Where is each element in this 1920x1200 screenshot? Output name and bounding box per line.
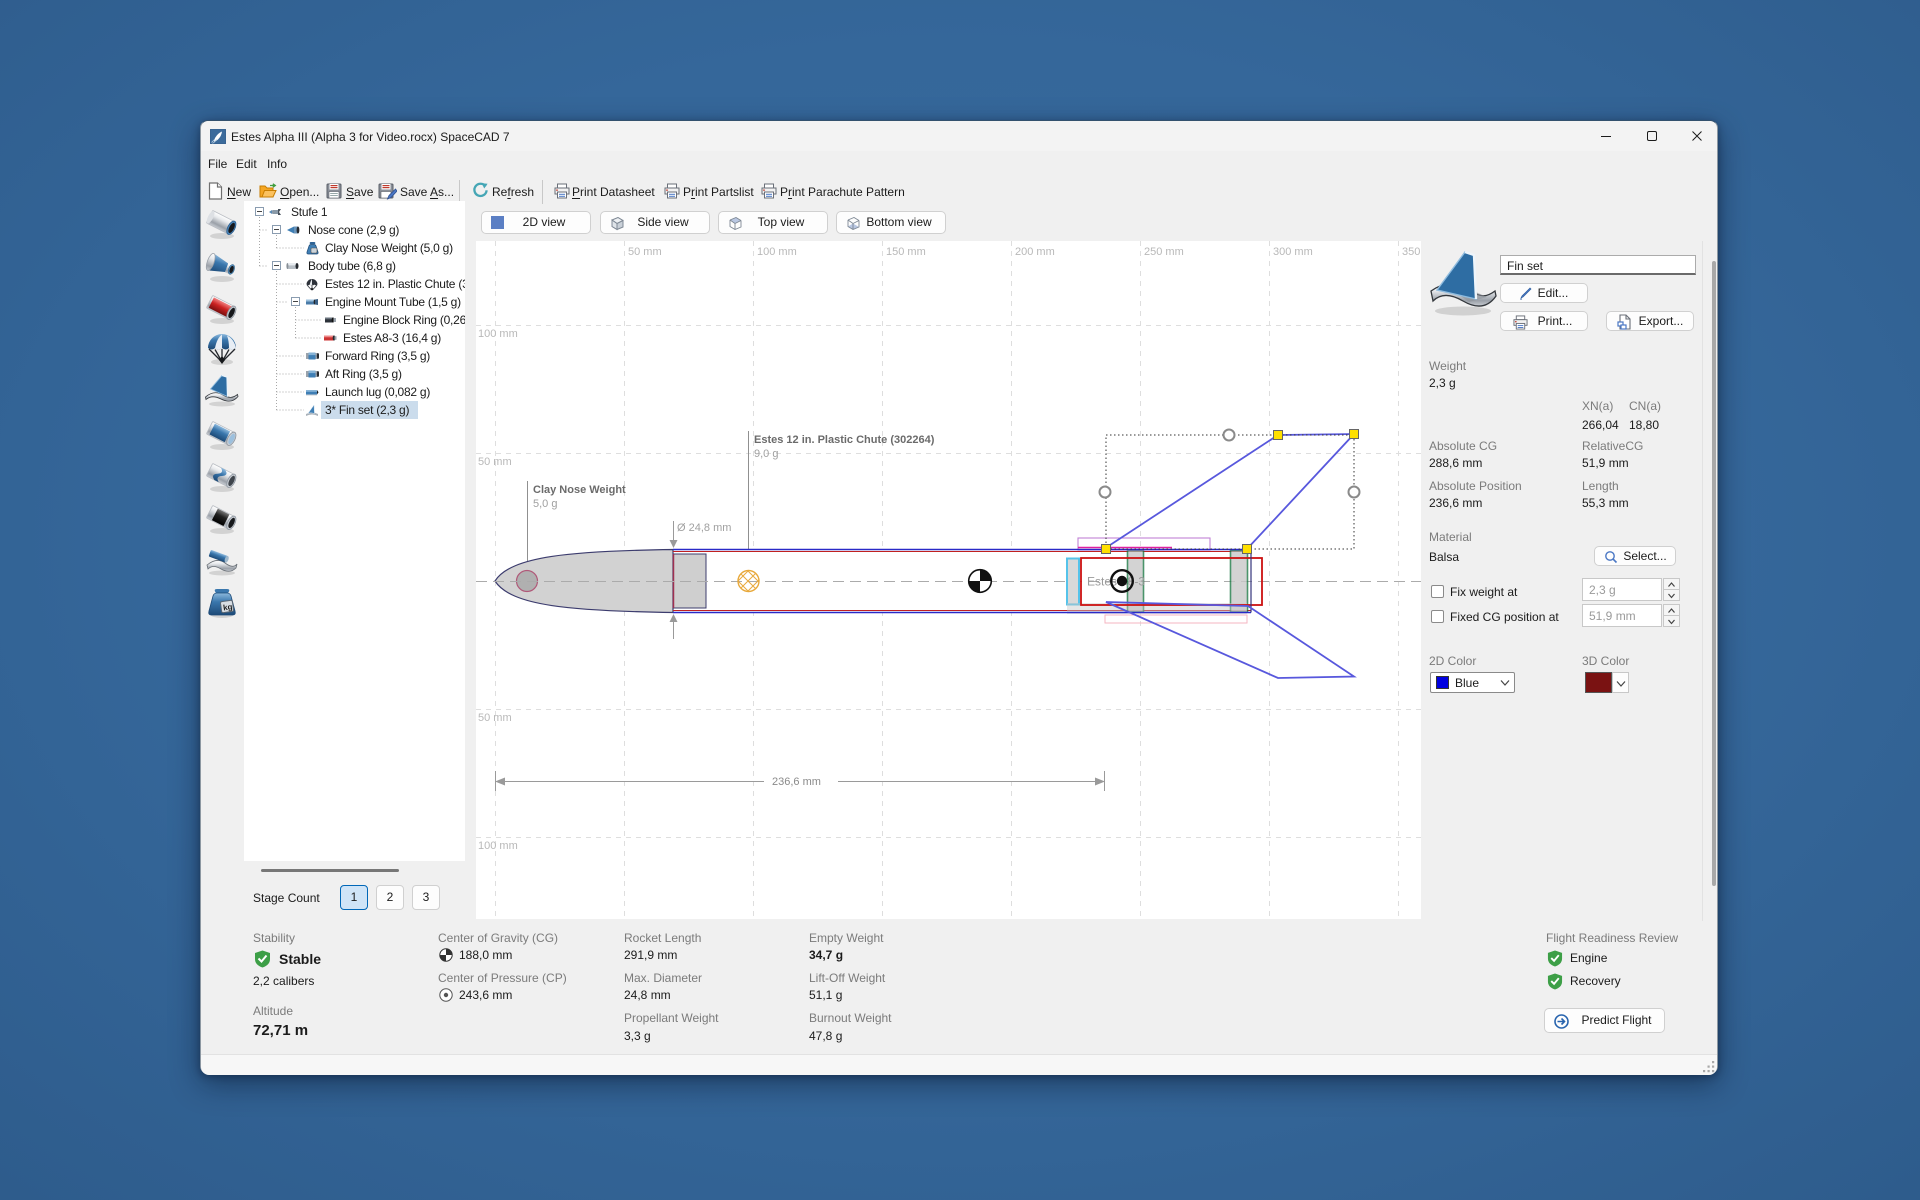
- svg-text:350: 350: [1402, 246, 1420, 258]
- svg-text:5,0 g: 5,0 g: [533, 498, 557, 510]
- svg-text:300 mm: 300 mm: [1273, 246, 1313, 258]
- svg-text:150 mm: 150 mm: [886, 246, 926, 258]
- svg-text:250 mm: 250 mm: [1144, 246, 1184, 258]
- svg-text:50 mm: 50 mm: [478, 456, 512, 468]
- svg-text:100 mm: 100 mm: [478, 328, 518, 340]
- svg-text:Ø 24,8 mm: Ø 24,8 mm: [677, 522, 731, 534]
- svg-text:Clay Nose Weight: Clay Nose Weight: [533, 484, 626, 496]
- svg-text:236,6 mm: 236,6 mm: [772, 776, 821, 788]
- svg-text:100 mm: 100 mm: [478, 840, 518, 852]
- svg-text:50 mm: 50 mm: [628, 246, 662, 258]
- svg-text:Estes 12 in. Plastic Chute (30: Estes 12 in. Plastic Chute (302264): [754, 434, 935, 446]
- svg-text:50 mm: 50 mm: [478, 712, 512, 724]
- svg-text:100 mm: 100 mm: [757, 246, 797, 258]
- svg-text:Estes A8-3: Estes A8-3: [1087, 575, 1145, 589]
- svg-text:200 mm: 200 mm: [1015, 246, 1055, 258]
- svg-text:kg: kg: [223, 602, 234, 612]
- svg-text:9,0 g: 9,0 g: [754, 448, 778, 460]
